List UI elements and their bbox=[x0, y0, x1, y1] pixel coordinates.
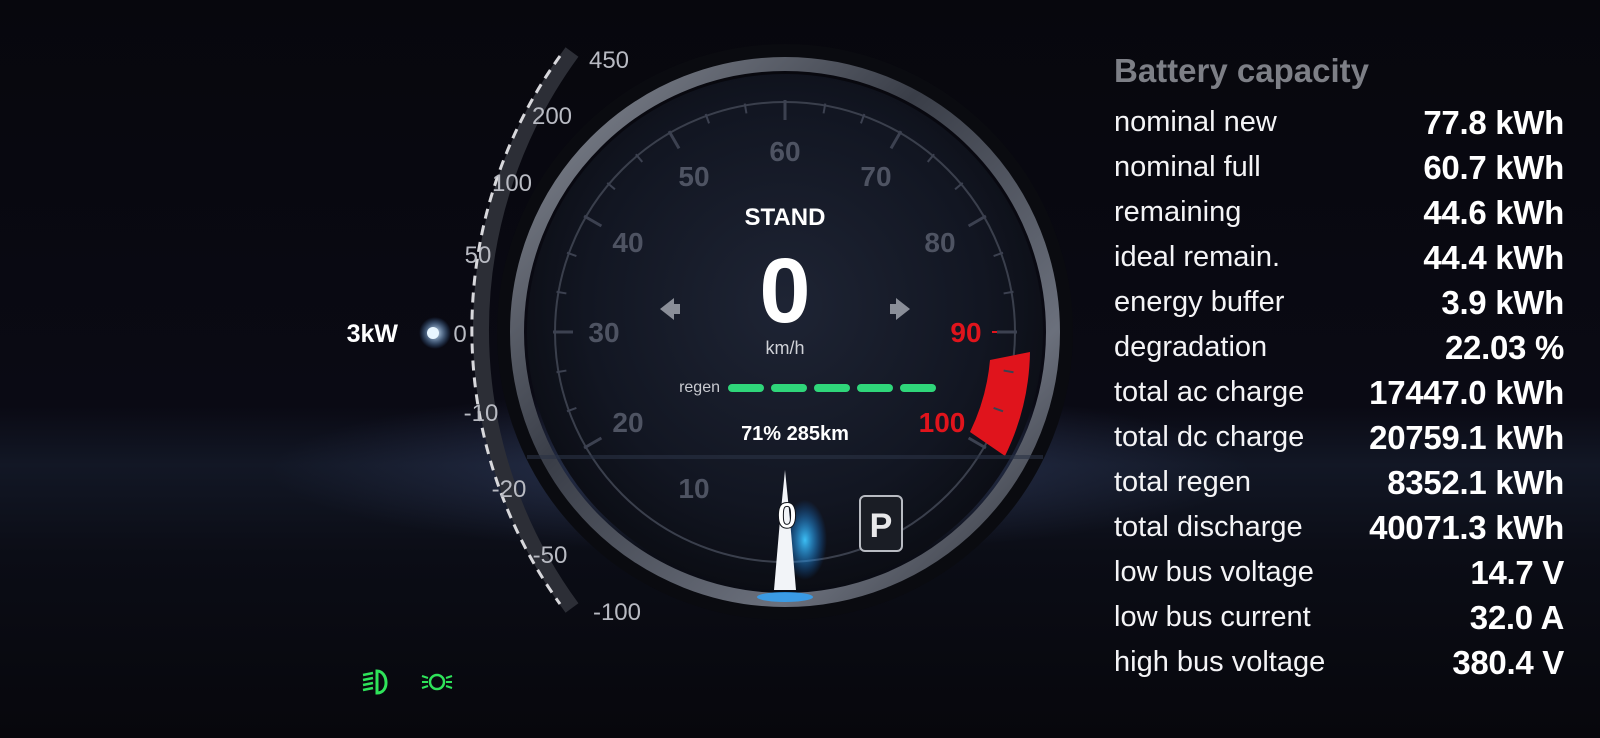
battery-capacity-panel: Battery capacity nominal new 77.8 kWh nomi… bbox=[1114, 50, 1564, 699]
speed-value: 0 bbox=[759, 240, 810, 342]
battery-stat-label: remaining bbox=[1114, 196, 1242, 228]
regen-segment bbox=[857, 384, 893, 392]
battery-stat-value: 22.03 % bbox=[1445, 328, 1564, 366]
regen-label: regen bbox=[679, 379, 720, 396]
battery-stat-row: energy buffer 3.9 kWh bbox=[1114, 280, 1564, 325]
battery-stat-row: nominal full 60.7 kWh bbox=[1114, 145, 1564, 190]
battery-stat-value: 14.7 V bbox=[1470, 553, 1564, 591]
next-section-title-cutoff: —— bbox=[1114, 689, 1564, 699]
battery-stat-value: 380.4 V bbox=[1452, 643, 1564, 681]
battery-stat-value: 44.4 kWh bbox=[1423, 238, 1564, 276]
power-scale-tick-label: -100 bbox=[593, 599, 641, 626]
speed-tick-label: 80 bbox=[924, 227, 955, 258]
battery-stat-label: low bus voltage bbox=[1114, 556, 1314, 588]
power-scale-tick-label: -50 bbox=[533, 542, 568, 569]
power-scale-tick-label: 50 bbox=[465, 242, 492, 269]
low-beam-headlight-icon bbox=[362, 669, 388, 695]
power-scale-tick-label: 450 bbox=[589, 47, 629, 74]
soc-range-readout: 71% 285km bbox=[741, 423, 849, 445]
battery-stat-value: 44.6 kWh bbox=[1423, 193, 1564, 231]
battery-stat-row: degradation 22.03 % bbox=[1114, 325, 1564, 370]
battery-stat-row: total ac charge 17447.0 kWh bbox=[1114, 370, 1564, 415]
battery-stats-list: nominal new 77.8 kWh nominal full 60.7 kWh r… bbox=[1114, 100, 1564, 685]
regen-bar bbox=[728, 384, 936, 392]
battery-stat-row: ideal remain. 44.4 kWh bbox=[1114, 235, 1564, 280]
battery-stat-row: total discharge 40071.3 kWh bbox=[1114, 505, 1564, 550]
gear-indicator: P bbox=[870, 507, 893, 545]
speed-tick-label: 100 bbox=[919, 407, 966, 438]
battery-stat-label: degradation bbox=[1114, 331, 1268, 363]
battery-stat-value: 3.9 kWh bbox=[1441, 283, 1564, 321]
speed-tick-label: 20 bbox=[612, 407, 643, 438]
battery-stat-label: nominal new bbox=[1114, 106, 1277, 138]
battery-stat-label: total ac charge bbox=[1114, 376, 1305, 408]
regen-segment bbox=[728, 384, 764, 392]
battery-stat-value: 8352.1 kWh bbox=[1387, 463, 1564, 501]
battery-stat-label: low bus current bbox=[1114, 601, 1311, 633]
speedometer: 10 20 30 40 50 60 70 80 90 100 STAND 0 km/h regen… bbox=[497, 44, 1073, 620]
battery-stat-row: high bus voltage 380.4 V bbox=[1114, 640, 1564, 685]
battery-stat-value: 77.8 kWh bbox=[1423, 103, 1564, 141]
battery-stat-value: 40071.3 kWh bbox=[1369, 508, 1564, 546]
battery-stat-row: nominal new 77.8 kWh bbox=[1114, 100, 1564, 145]
battery-stat-value: 17447.0 kWh bbox=[1369, 373, 1564, 411]
speed-tick-label: 50 bbox=[678, 161, 709, 192]
battery-stat-label: nominal full bbox=[1114, 151, 1261, 183]
drive-mode-label: STAND bbox=[745, 204, 826, 231]
power-scale-tick-label: 0 bbox=[453, 321, 466, 348]
speed-tick-label: 40 bbox=[612, 227, 643, 258]
power-scale-tick-label: -10 bbox=[464, 400, 499, 427]
regen-segment bbox=[814, 384, 850, 392]
parking-lights-icon bbox=[421, 673, 453, 691]
power-scale-tick-label: -20 bbox=[492, 476, 527, 503]
regen-segment bbox=[900, 384, 936, 392]
battery-stat-label: total discharge bbox=[1114, 511, 1303, 543]
speed-tick-label: 60 bbox=[769, 136, 800, 167]
battery-stat-value: 32.0 A bbox=[1469, 598, 1565, 636]
battery-stat-label: total regen bbox=[1114, 466, 1252, 498]
needle-base-glow bbox=[757, 592, 813, 602]
battery-stat-label: energy buffer bbox=[1114, 286, 1285, 318]
power-scale-tick-label: 200 bbox=[532, 103, 572, 130]
speed-tick-label: 90 bbox=[950, 317, 981, 348]
battery-panel-title: Battery capacity bbox=[1114, 52, 1369, 89]
battery-stat-value: 20759.1 kWh bbox=[1369, 418, 1564, 456]
battery-stat-label: ideal remain. bbox=[1114, 241, 1281, 273]
battery-stat-row: low bus voltage 14.7 V bbox=[1114, 550, 1564, 595]
speed-tick-label: 10 bbox=[678, 473, 709, 504]
power-scale-tick-label: 100 bbox=[492, 170, 532, 197]
speed-unit: km/h bbox=[765, 338, 804, 358]
battery-stat-row: low bus current 32.0 A bbox=[1114, 595, 1564, 640]
battery-stat-label: high bus voltage bbox=[1114, 646, 1326, 678]
battery-stat-row: total dc charge 20759.1 kWh bbox=[1114, 415, 1564, 460]
battery-stat-row: total regen 8352.1 kWh bbox=[1114, 460, 1564, 505]
instrument-cluster: 450 200 100 50 0 -10 -20 -50 -100 3kW 10 20 30 40 50… bbox=[0, 0, 1600, 738]
power-value-label: 3kW bbox=[347, 320, 399, 348]
battery-stat-label: total dc charge bbox=[1114, 421, 1305, 453]
speed-tick-label: 30 bbox=[588, 317, 619, 348]
power-indicator-dot bbox=[427, 327, 439, 339]
battery-stat-row: remaining 44.6 kWh bbox=[1114, 190, 1564, 235]
needle-value: 0 bbox=[777, 495, 797, 536]
horizon-line bbox=[527, 455, 1043, 459]
battery-stat-value: 60.7 kWh bbox=[1423, 148, 1564, 186]
speed-tick-label: 70 bbox=[860, 161, 891, 192]
regen-segment bbox=[771, 384, 807, 392]
